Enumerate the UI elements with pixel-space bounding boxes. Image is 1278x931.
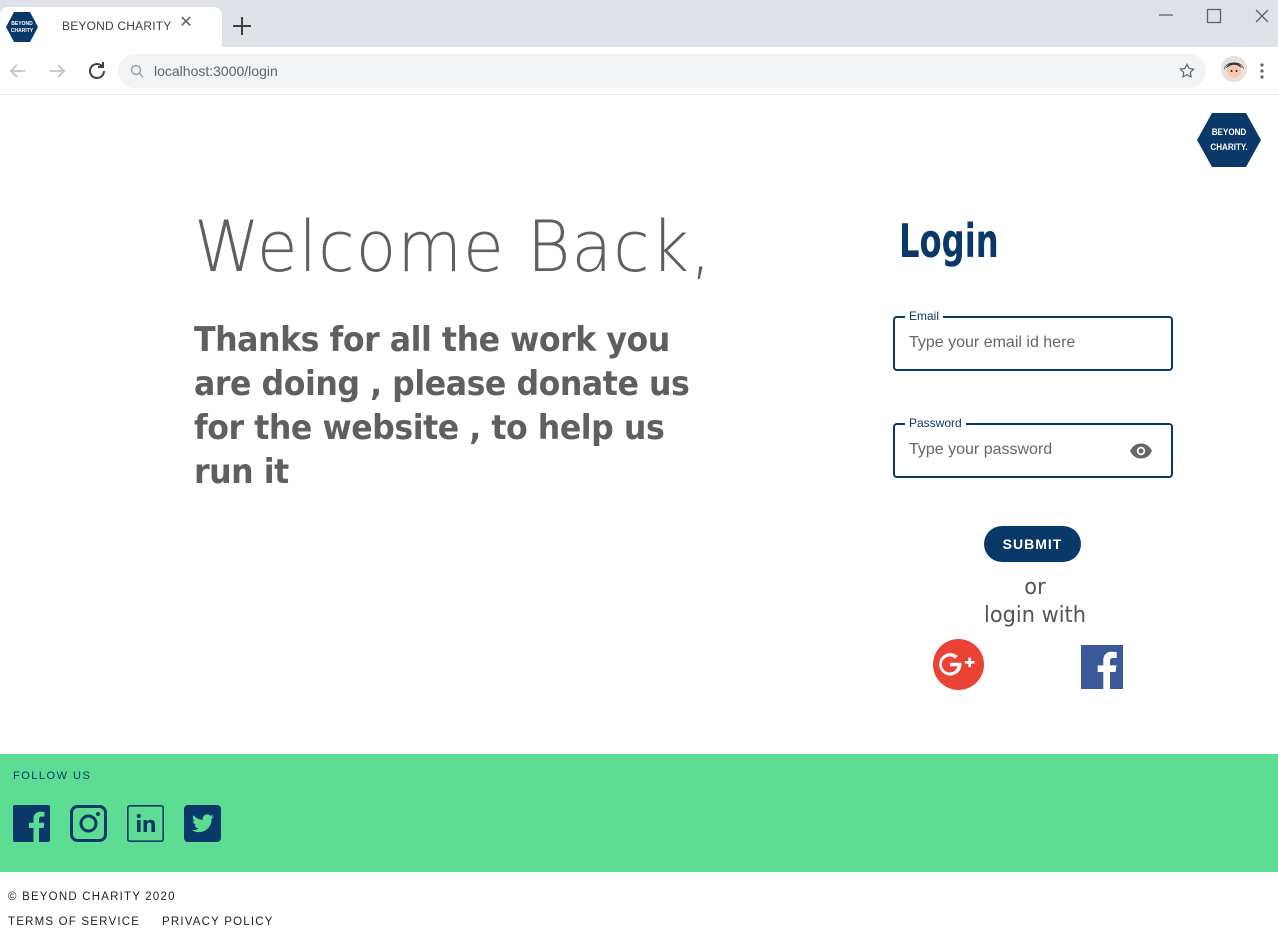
address-bar[interactable]: localhost:3000/login [118, 54, 1206, 88]
login-with-label: login with [984, 603, 1086, 628]
minimize-icon[interactable] [1156, 6, 1176, 26]
twitter-icon[interactable] [184, 805, 222, 843]
facebook-icon[interactable] [13, 805, 51, 843]
submit-button[interactable]: SUBMIT [984, 526, 1081, 562]
new-tab-plus-icon[interactable] [230, 14, 254, 38]
bookmark-star-icon[interactable] [1178, 62, 1196, 80]
welcome-heading: Welcome Back, [194, 206, 713, 288]
url-text[interactable]: localhost:3000/login [154, 63, 278, 79]
linkedin-icon[interactable] [127, 805, 165, 843]
profile-avatar[interactable] [1221, 56, 1247, 82]
google-plus-login-icon[interactable] [933, 639, 984, 690]
email-field[interactable]: Email [893, 309, 1173, 371]
browser-toolbar: localhost:3000/login [0, 47, 1278, 95]
password-input[interactable] [909, 441, 1129, 459]
or-label: or [1024, 575, 1046, 600]
email-input[interactable] [909, 334, 1129, 352]
window-close-icon[interactable] [1252, 6, 1272, 26]
login-title: Login [899, 214, 999, 268]
search-icon [130, 64, 144, 78]
browser-tab-strip: BEYOND CHARITY BEYOND CHARITY ✕ [0, 0, 1278, 47]
maximize-icon[interactable] [1204, 6, 1224, 26]
svg-text:CHARITY: CHARITY [11, 28, 34, 34]
footer-social-bar: FOLLOW US [0, 754, 1278, 872]
favicon-icon: BEYOND CHARITY [6, 11, 38, 43]
back-arrow-icon[interactable] [6, 59, 30, 83]
password-field[interactable]: Password [893, 416, 1173, 478]
reload-icon[interactable] [85, 59, 109, 83]
facebook-login-icon[interactable] [1081, 645, 1123, 689]
browser-menu-icon[interactable] [1255, 61, 1269, 81]
logo-line-2: CHARITY. [1210, 142, 1248, 153]
tab-title: BEYOND CHARITY [62, 19, 172, 33]
svg-text:BEYOND: BEYOND [11, 21, 33, 27]
terms-of-service-link[interactable]: TERMS OF SERVICE [8, 916, 140, 928]
browser-tab[interactable]: BEYOND CHARITY BEYOND CHARITY ✕ [0, 7, 222, 47]
show-password-eye-icon[interactable] [1129, 441, 1153, 461]
forward-arrow-icon[interactable] [45, 59, 69, 83]
donation-message: Thanks for all the work you are doing , … [194, 320, 690, 492]
privacy-policy-link[interactable]: PRIVACY POLICY [162, 916, 274, 928]
alternate-login-text: or login with [907, 574, 1164, 630]
copyright-text: © BEYOND CHARITY 2020 [8, 891, 176, 903]
beyond-charity-logo[interactable]: BEYOND CHARITY. [1196, 112, 1262, 168]
email-label: Email [905, 309, 944, 323]
tab-close-icon[interactable]: ✕ [178, 15, 194, 31]
instagram-icon[interactable] [70, 805, 108, 843]
follow-us-label: FOLLOW US [13, 770, 92, 782]
logo-line-1: BEYOND [1211, 127, 1247, 138]
password-label: Password [905, 416, 966, 430]
